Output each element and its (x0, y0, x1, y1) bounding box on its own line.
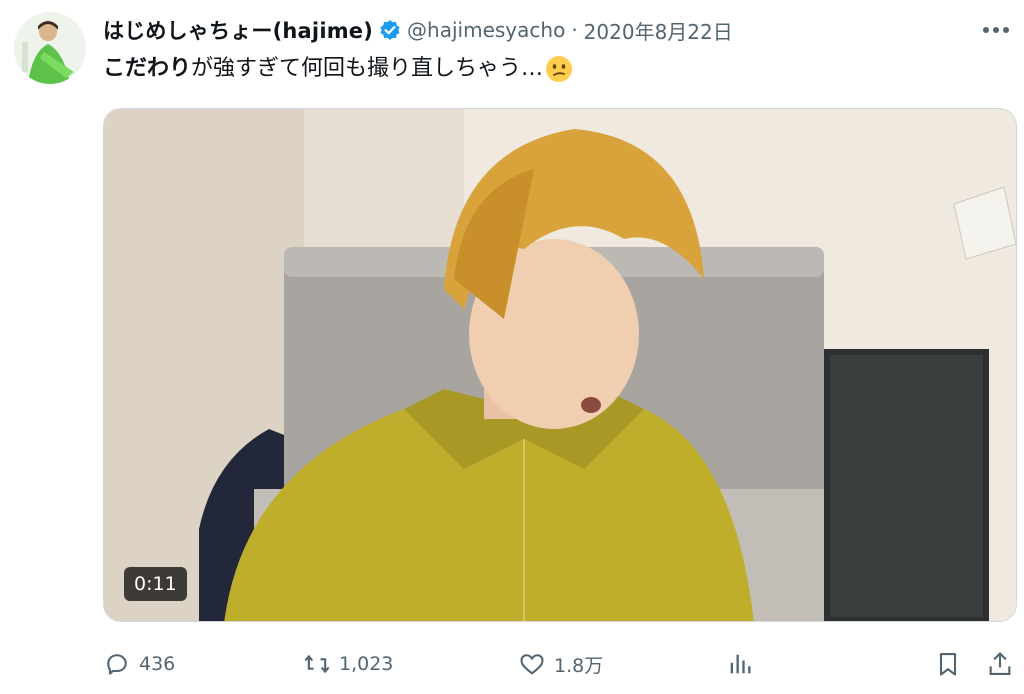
like-count: 1.8万 (554, 654, 604, 677)
analytics-icon (730, 654, 751, 674)
share-button[interactable] (986, 646, 1014, 682)
share-icon (989, 652, 1011, 675)
confused-face-emoji-icon (545, 55, 573, 83)
user-handle[interactable]: @hajimesyacho (407, 18, 565, 42)
tweet-text-rest: が強すぎて何回も撮り直しちゃう… (191, 56, 544, 81)
views-button[interactable] (726, 646, 754, 682)
video-player[interactable]: 0:11 (103, 108, 1017, 622)
heart-icon (520, 654, 544, 675)
tweet-date[interactable]: 2020年8月22日 (584, 16, 733, 45)
retweet-count: 1,023 (339, 653, 394, 675)
more-options-icon[interactable] (980, 14, 1012, 46)
tweet-text: こだわり が強すぎて何回も撮り直しちゃう… (103, 52, 573, 86)
like-button[interactable]: 1.8万 (518, 646, 603, 682)
bookmark-icon (939, 653, 957, 676)
reply-icon (107, 654, 127, 675)
header-separator: · (571, 18, 578, 42)
bookmark-button[interactable] (934, 646, 962, 682)
avatar[interactable] (14, 12, 86, 84)
reply-button[interactable]: 436 (103, 646, 175, 682)
reply-count: 436 (139, 653, 176, 675)
retweet-icon (304, 654, 330, 674)
tweet-actions: 436 1,023 1.8万 (0, 640, 1024, 690)
video-thumbnail (104, 109, 1016, 621)
tweet-text-bold: こだわり (103, 56, 192, 81)
display-name[interactable]: はじめしゃちょー(hajime) (103, 15, 373, 45)
verified-badge-icon (379, 19, 401, 41)
retweet-button[interactable]: 1,023 (303, 646, 393, 682)
tweet-header: はじめしゃちょー(hajime) @hajimesyacho · 2020年8月… (103, 14, 733, 46)
video-duration: 0:11 (124, 567, 187, 601)
avatar-image (14, 12, 86, 84)
